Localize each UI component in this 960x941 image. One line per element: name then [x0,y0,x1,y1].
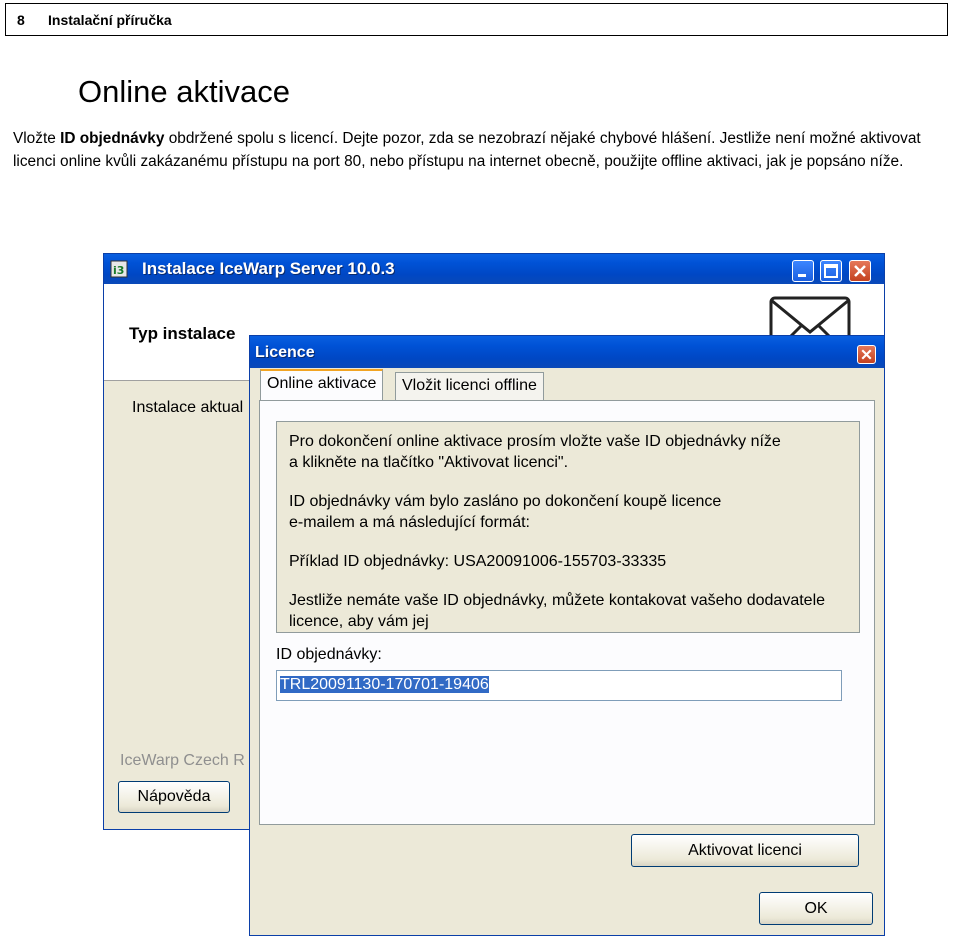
info-line: a klikněte na tlačítko "Aktivovat licenc… [289,454,569,471]
info-line: e-mailem a má následující formát: [289,514,530,531]
svg-text:i3: i3 [113,264,124,277]
close-button[interactable] [849,260,871,282]
install-option-text: Instalace aktual [132,399,244,416]
installer-titlebar: i3 Instalace IceWarp Server 10.0.3 [104,254,884,284]
info-line: Příklad ID objednávky: USA20091006-15570… [289,553,667,570]
maximize-button[interactable] [820,260,842,282]
info-line: licence, aby vám jej [289,613,429,630]
order-id-value: TRL20091130-170701-19406 [280,676,489,693]
order-id-input[interactable]: TRL20091130-170701-19406 [276,670,842,701]
help-button[interactable]: Nápověda [118,781,230,813]
info-line: Jestliže nemáte vaše ID objednávky, může… [289,592,826,609]
page-header: 8 Instalační příručka [5,3,948,36]
close-icon [854,265,866,277]
app-icon: i3 [110,260,128,278]
paragraph-pre: Vložte [13,130,61,147]
tab-offline-licence[interactable]: Vložit licenci offline [395,372,544,400]
ok-button[interactable]: OK [759,892,873,925]
tab-panel: Pro dokončení online aktivace prosím vlo… [259,400,875,825]
paragraph-bold: ID objednávky [60,130,165,147]
minimize-icon [798,274,806,277]
info-box: Pro dokončení online aktivace prosím vlo… [276,421,860,633]
licence-dialog: Licence Online aktivace Vložit licenci o… [249,335,885,936]
licence-title: Licence [255,344,315,361]
company-text: IceWarp Czech R [120,752,245,769]
licence-titlebar: Licence [250,336,884,368]
tab-online-activation[interactable]: Online aktivace [260,369,384,401]
maximize-icon [824,264,838,278]
intro-paragraph: Vložte ID objednávky obdržené spolu s li… [13,127,960,173]
info-line: Pro dokončení online aktivace prosím vlo… [289,433,781,450]
header-title: Instalační příručka [48,12,172,28]
page-number: 8 [17,12,25,28]
section-title: Online aktivace [78,74,290,109]
installer-title: Instalace IceWarp Server 10.0.3 [142,259,395,278]
order-id-label: ID objednávky: [276,646,382,663]
info-line: ID objednávky vám bylo zasláno po dokonč… [289,493,722,510]
installer-section-heading: Typ instalace [129,324,236,343]
close-icon [861,349,872,360]
dialog-close-button[interactable] [857,345,876,364]
activate-licence-button[interactable]: Aktivovat licenci [631,834,859,867]
minimize-button[interactable] [792,260,814,282]
